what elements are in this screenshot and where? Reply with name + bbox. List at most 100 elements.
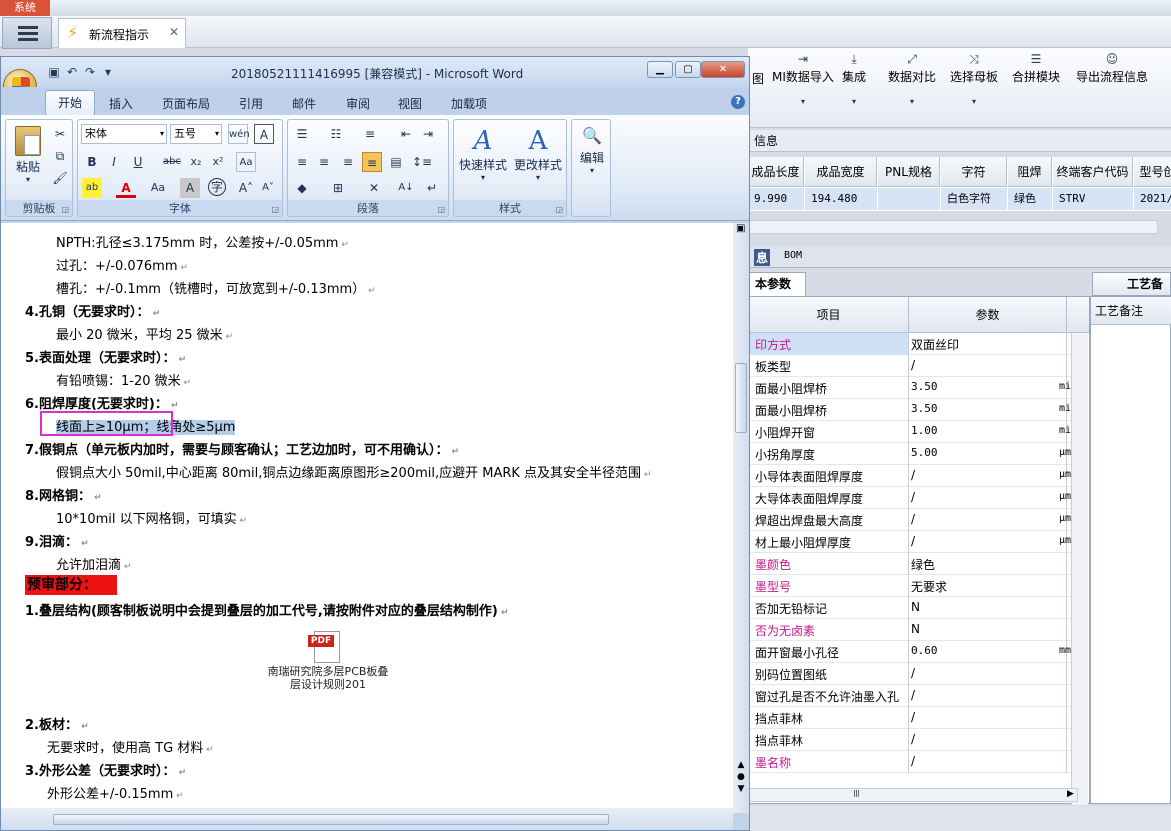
paste-button[interactable]: 粘贴 ▾ xyxy=(10,126,46,184)
highlight-icon[interactable]: ab xyxy=(82,178,102,198)
change-styles-button[interactable]: A 更改样式 ▾ xyxy=(510,126,566,182)
shrink-font-icon[interactable]: A˅ xyxy=(258,178,278,198)
param-row[interactable]: 墨颜色 绿色 xyxy=(749,553,1071,575)
bom-tab[interactable]: BOM xyxy=(784,250,802,261)
chevron-down-icon[interactable]: ▾ xyxy=(842,97,866,106)
info-tab-short[interactable]: 息 xyxy=(754,249,771,266)
tab-addins[interactable]: 加载项 xyxy=(451,95,487,112)
ruler-toggle-icon[interactable]: ▣ xyxy=(736,223,745,234)
param-row[interactable]: 小导体表面阻焊厚度 / μm xyxy=(749,465,1071,487)
dialog-launcher-icon[interactable]: ◲ xyxy=(437,205,445,214)
underline-icon[interactable]: U xyxy=(128,152,148,172)
doc-line[interactable]: 槽孔：+/-0.1mm（铣槽时，可放宽到+/-0.13mm） ↵ xyxy=(56,278,376,297)
shading-icon[interactable]: ◆ xyxy=(292,178,312,198)
tab-home[interactable]: 开始 xyxy=(45,90,95,116)
doc-line[interactable]: 无要求时，使用高 TG 材料 ↵ xyxy=(47,737,214,756)
doc-line[interactable]: 允许加泪滴 ↵ xyxy=(56,554,131,573)
tab-new-process[interactable]: ⚡ 新流程指示 ✕ xyxy=(58,18,186,48)
craft-notes-panel[interactable]: 工艺备注 xyxy=(1090,296,1171,804)
align-right-icon[interactable]: ≡ xyxy=(338,152,358,172)
param-row[interactable]: 大导体表面阻焊厚度 / μm xyxy=(749,487,1071,509)
doc-line[interactable]: 外形公差+/-0.15mm ↵ xyxy=(47,783,184,802)
grid-header-cell[interactable]: 字符 xyxy=(941,157,1007,187)
param-row[interactable]: 面最小阻焊桥 3.50 mil xyxy=(749,399,1077,421)
params-horizontal-scrollbar[interactable]: Ⅲ ▶ xyxy=(748,788,1078,802)
info-tab[interactable]: 信息 xyxy=(748,130,1171,152)
strikethrough-icon[interactable]: abc xyxy=(162,152,182,172)
copy-icon[interactable]: ⧉ xyxy=(50,146,70,166)
toolbar-button-5[interactable]: ☺ 导出流程信息 xyxy=(1076,52,1148,85)
tab-mailings[interactable]: 邮件 xyxy=(292,95,316,112)
close-button[interactable]: ✕ xyxy=(701,61,745,78)
editing-button[interactable]: 🔍 编辑 ▾ xyxy=(574,126,610,175)
param-row[interactable]: 面最小阻焊桥 3.50 mil xyxy=(749,377,1077,399)
font-name-select[interactable]: 宋体 ▾ xyxy=(81,124,167,144)
font-size-select[interactable]: 五号 ▾ xyxy=(170,124,222,144)
undo-icon[interactable]: ↶ xyxy=(63,65,81,79)
italic-icon[interactable]: I xyxy=(104,152,124,172)
close-icon[interactable]: ✕ xyxy=(169,25,179,39)
param-row[interactable]: 挡点菲林 / xyxy=(749,707,1071,729)
toolbar-button-0[interactable]: ⇥ MI数据导入 ▾ xyxy=(772,52,834,106)
cut-icon[interactable]: ✂ xyxy=(50,124,70,144)
subscript-icon[interactable]: x₂ xyxy=(186,152,206,172)
grid-cell[interactable] xyxy=(878,188,940,210)
vertical-scroll-thumb[interactable] xyxy=(735,363,747,433)
quick-styles-button[interactable]: A 快速样式 ▾ xyxy=(456,126,510,182)
horizontal-scroll-thumb[interactable] xyxy=(53,814,609,825)
dialog-launcher-icon[interactable]: ◲ xyxy=(555,205,563,214)
doc-line[interactable]: 最小 20 微米，平均 25 微米 ↵ xyxy=(56,324,233,343)
grid-cell[interactable]: 9.990 xyxy=(748,188,804,210)
pdf-attachment-icon[interactable]: PDF xyxy=(308,631,344,665)
align-left-icon[interactable]: ≡ xyxy=(292,152,312,172)
increase-indent-icon[interactable]: ⇥ xyxy=(418,124,438,144)
bullets-icon[interactable]: ☰ xyxy=(292,124,312,144)
param-row[interactable]: 小拐角厚度 5.00 μm xyxy=(749,443,1071,465)
hamburger-menu-button[interactable] xyxy=(2,17,52,49)
distributed-icon[interactable]: ▤ xyxy=(386,152,406,172)
grid-horizontal-scrollbar[interactable] xyxy=(748,220,1158,234)
grid-cell[interactable]: 白色字符 xyxy=(941,188,1007,210)
basic-params-tab[interactable]: 本参数 xyxy=(748,272,806,296)
grid-header-cell[interactable]: PNL规格 xyxy=(878,157,940,187)
show-marks-icon[interactable]: ↵ xyxy=(422,178,442,198)
justify-icon[interactable]: ≡ xyxy=(362,152,382,172)
param-row[interactable]: 否加无铅标记 N xyxy=(749,597,1071,619)
help-icon[interactable]: ? xyxy=(731,95,745,109)
grid-cell[interactable]: 绿色 xyxy=(1008,188,1052,210)
maximize-button[interactable]: ▢ xyxy=(675,61,701,78)
doc-line[interactable]: 10*10mil 以下网格铜，可填实 ↵ xyxy=(56,508,247,527)
tab-references[interactable]: 引用 xyxy=(239,95,263,112)
tab-insert[interactable]: 插入 xyxy=(109,95,133,112)
sort-icon[interactable]: A↓ xyxy=(396,178,416,198)
toolbar-button-1[interactable]: ⤓ 集成 ▾ xyxy=(842,52,866,106)
grid-header-cell[interactable]: 型号创建 xyxy=(1134,157,1171,187)
toolbar-button-4[interactable]: ☰ 合拼模块 xyxy=(1012,52,1060,85)
param-row[interactable]: 印方式 双面丝印 xyxy=(749,333,1071,355)
change-case-icon[interactable]: Aa xyxy=(148,178,168,198)
document-vertical-scrollbar[interactable]: ▣ ▲ ● ▼ xyxy=(733,223,749,813)
param-row[interactable]: 焊超出焊盘最大高度 / μm xyxy=(749,509,1071,531)
grid-cell[interactable]: STRV xyxy=(1053,188,1133,210)
grid-cell[interactable]: 194.480 xyxy=(805,188,877,210)
align-center-icon[interactable]: ≡ xyxy=(314,152,334,172)
borders-icon[interactable]: ⊞ xyxy=(328,178,348,198)
minimize-button[interactable]: ▁ xyxy=(647,61,673,78)
grid-header-cell[interactable]: 终端客户代码 xyxy=(1053,157,1133,187)
grid-header-cell[interactable]: 成品长度 xyxy=(748,157,804,187)
customize-qat-icon[interactable]: ▾ xyxy=(99,65,117,79)
line-spacing-icon[interactable]: ↕≡ xyxy=(412,152,432,172)
doc-line[interactable]: NPTH:孔径≤3.175mm 时，公差按+/-0.05mm ↵ xyxy=(56,232,349,251)
document-page[interactable]: NPTH:孔径≤3.175mm 时，公差按+/-0.05mm ↵ 过孔：+/-0.… xyxy=(1,223,733,808)
char-shading-icon[interactable]: A xyxy=(180,178,200,198)
doc-line[interactable]: 过孔：+/-0.076mm ↵ xyxy=(56,255,188,274)
numbering-icon[interactable]: ☷ xyxy=(326,124,346,144)
param-row[interactable]: 小阻焊开窗 1.00 mil xyxy=(749,421,1077,443)
phonetic-guide-icon[interactable]: wén xyxy=(228,124,250,144)
tab-view[interactable]: 视图 xyxy=(398,95,422,112)
param-row[interactable]: 板类型 / xyxy=(749,355,1071,377)
craft-notes-tab[interactable]: 工艺备注 xyxy=(1092,272,1171,313)
doc-line[interactable]: 3.外形公差（无要求时）： ↵ xyxy=(25,760,186,779)
dialog-launcher-icon[interactable]: ◲ xyxy=(61,205,69,214)
param-row[interactable]: 别码位置图纸 / xyxy=(749,663,1071,685)
